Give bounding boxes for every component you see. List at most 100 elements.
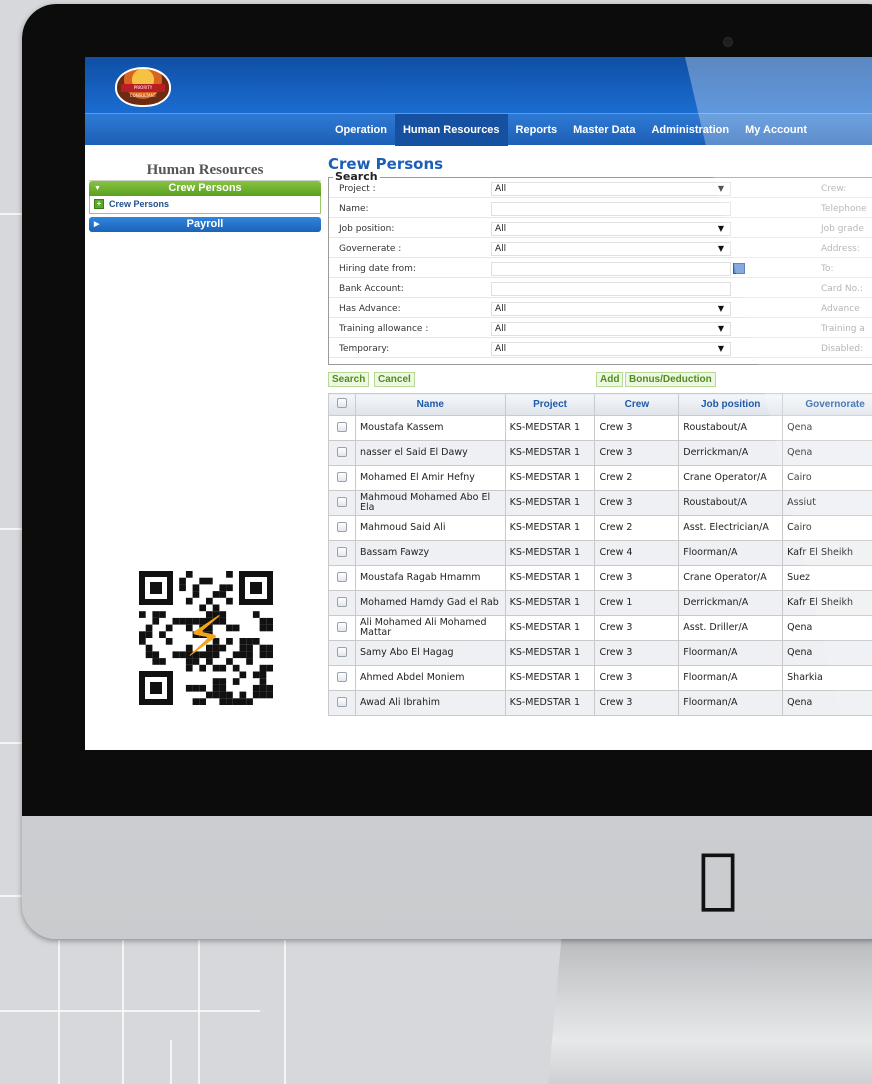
row-checkbox[interactable] [328, 490, 356, 516]
table-row[interactable]: Awad Ali Ibrahim KS-MEDSTAR 1 Crew 3 Floorm… [328, 690, 872, 716]
row-checkbox[interactable] [328, 640, 356, 666]
training-allowance-select[interactable]: All ▼ [491, 322, 731, 336]
search-row-bank-account: Bank Account: Card No.: [329, 281, 872, 298]
camera-icon [723, 37, 733, 47]
checkbox-icon [336, 546, 347, 557]
sidebar: Human Resources ▼ Crew Persons + Crew Pe… [89, 159, 321, 232]
table-row[interactable]: Ahmed Abdel Moniem KS-MEDSTAR 1 Crew 3 Floo… [328, 665, 872, 691]
column-header-name[interactable]: Name [354, 393, 506, 416]
cancel-button[interactable]: Cancel [374, 372, 415, 387]
row-checkbox[interactable] [328, 565, 356, 591]
table-row[interactable]: Moustafa Ragab Hmamm KS-MEDSTAR 1 Crew 3 Cr… [328, 565, 872, 591]
project-select[interactable]: All ▼ [491, 182, 731, 196]
accordion-crew-persons[interactable]: ▼ Crew Persons [89, 181, 321, 196]
select-value: All [495, 344, 507, 354]
cell-project: KS-MEDSTAR 1 [504, 490, 596, 516]
cell-name: Mohamed Hamdy Gad el Rab [354, 590, 506, 616]
row-checkbox[interactable] [328, 415, 356, 441]
cell-job-position: Floorman/A [678, 690, 784, 716]
nav-operation[interactable]: Operation [327, 114, 395, 146]
row-checkbox[interactable] [328, 515, 356, 541]
search-row-project: Project : All ▼ Crew: [329, 181, 872, 198]
table-row[interactable]: Bassam Fawzy KS-MEDSTAR 1 Crew 4 Floorman/A… [328, 540, 872, 566]
row-checkbox[interactable] [328, 440, 356, 466]
search-row-name: Name: Telephone [329, 201, 872, 218]
checkbox-icon [336, 421, 347, 432]
field-label: Hiring date from: [339, 264, 416, 274]
app-screen: PRIORITY CONSULTANT Operation Human Reso… [85, 57, 872, 750]
name-input[interactable] [491, 202, 731, 216]
cell-job-position: Roustabout/A [678, 490, 784, 516]
hiring-date-input[interactable] [491, 262, 731, 276]
search-row-has-advance: Has Advance: All ▼ Advance [329, 301, 872, 318]
cell-name: nasser el Said El Dawy [354, 440, 506, 466]
row-checkbox[interactable] [328, 690, 356, 716]
cell-project: KS-MEDSTAR 1 [504, 615, 596, 641]
cell-job-position: Floorman/A [678, 665, 784, 691]
nav-administration[interactable]: Administration [643, 114, 737, 146]
nav-reports[interactable]: Reports [508, 114, 566, 146]
field-label: Bank Account: [339, 284, 404, 294]
chevron-right-icon: ▶ [94, 221, 100, 228]
cell-crew: Crew 2 [594, 465, 680, 491]
cell-crew: Crew 3 [594, 615, 680, 641]
cell-governorate: Suez [782, 565, 872, 591]
chevron-down-icon: ▼ [717, 344, 724, 353]
column-header-job-position[interactable]: Job position [678, 393, 784, 416]
governerate-select[interactable]: All ▼ [491, 242, 731, 256]
column-header-crew[interactable]: Crew [594, 393, 680, 416]
company-logo[interactable]: PRIORITY CONSULTANT [115, 67, 171, 107]
search-row-temporary: Temporary: All ▼ Disabled: [329, 341, 872, 358]
nav-human-resources[interactable]: Human Resources [394, 114, 508, 146]
select-all-checkbox[interactable] [328, 393, 356, 416]
bonus-deduction-button[interactable]: Bonus/Deduction [625, 372, 716, 387]
table-row[interactable]: Ali Mohamed Ali Mohamed Mattar KS-MEDSTAR… [328, 615, 872, 641]
select-value: All [495, 304, 507, 314]
field-label: Crew: [821, 184, 847, 194]
search-row-training-allowance: Training allowance : All ▼ Training a [329, 321, 872, 338]
add-button[interactable]: Add [596, 372, 624, 387]
nav-my-account[interactable]: My Account [737, 114, 815, 146]
cell-job-position: Derrickman/A [678, 590, 784, 616]
row-checkbox[interactable] [328, 540, 356, 566]
column-header-project[interactable]: Project [504, 393, 596, 416]
has-advance-select[interactable]: All ▼ [491, 302, 731, 316]
field-label: Training a [821, 324, 865, 334]
table-row[interactable]: nasser el Said El Dawy KS-MEDSTAR 1 Crew 3… [328, 440, 872, 466]
plus-icon: + [94, 199, 104, 209]
table-row[interactable]: Samy Abo El Hagag KS-MEDSTAR 1 Crew 3 Floor… [328, 640, 872, 666]
table-row[interactable]: Moustafa Kassem KS-MEDSTAR 1 Crew 3 Roustab… [328, 415, 872, 441]
row-checkbox[interactable] [328, 615, 356, 641]
table-row[interactable]: Mohamed Hamdy Gad el Rab KS-MEDSTAR 1 Crew… [328, 590, 872, 616]
bank-account-input[interactable] [491, 282, 731, 296]
cell-job-position: Roustabout/A [678, 415, 784, 441]
row-checkbox[interactable] [328, 465, 356, 491]
table-row[interactable]: Mohamed El Amir Hefny KS-MEDSTAR 1 Crew 2C… [328, 465, 872, 491]
accordion-payroll[interactable]: ▶ Payroll [89, 217, 321, 232]
sidebar-item-crew-persons[interactable]: + Crew Persons [94, 199, 169, 209]
column-header-governorate[interactable]: Governorate [782, 393, 872, 416]
cell-crew: Crew 3 [594, 565, 680, 591]
search-row-job-position: Job position: All ▼ Job grade [329, 221, 872, 238]
cell-name: Ali Mohamed Ali Mohamed Mattar [354, 615, 506, 641]
row-checkbox[interactable] [328, 590, 356, 616]
field-label: Governerate : [339, 244, 402, 254]
job-position-select[interactable]: All ▼ [491, 222, 731, 236]
sidebar-title: Human Resources [89, 159, 321, 181]
apple-logo-icon:  [682, 842, 754, 914]
cell-crew: Crew 3 [594, 490, 680, 516]
calendar-icon[interactable] [733, 263, 745, 274]
temporary-select[interactable]: All ▼ [491, 342, 731, 356]
search-button[interactable]: Search [328, 372, 370, 387]
cell-project: KS-MEDSTAR 1 [504, 415, 596, 441]
field-label: Job grade [821, 224, 864, 234]
checkbox-icon [336, 471, 347, 482]
table-row[interactable]: Mahmoud Mohamed Abo El Ela KS-MEDSTAR 1 Cr… [328, 490, 872, 516]
monitor-stand [548, 937, 872, 1084]
table-row[interactable]: Mahmoud Said Ali KS-MEDSTAR 1 Crew 2 Asst. … [328, 515, 872, 541]
accordion-body: + Crew Persons [89, 196, 321, 214]
row-checkbox[interactable] [328, 665, 356, 691]
cell-governorate: Sharkia [782, 665, 872, 691]
cell-crew: Crew 3 [594, 665, 680, 691]
nav-master-data[interactable]: Master Data [565, 114, 643, 146]
